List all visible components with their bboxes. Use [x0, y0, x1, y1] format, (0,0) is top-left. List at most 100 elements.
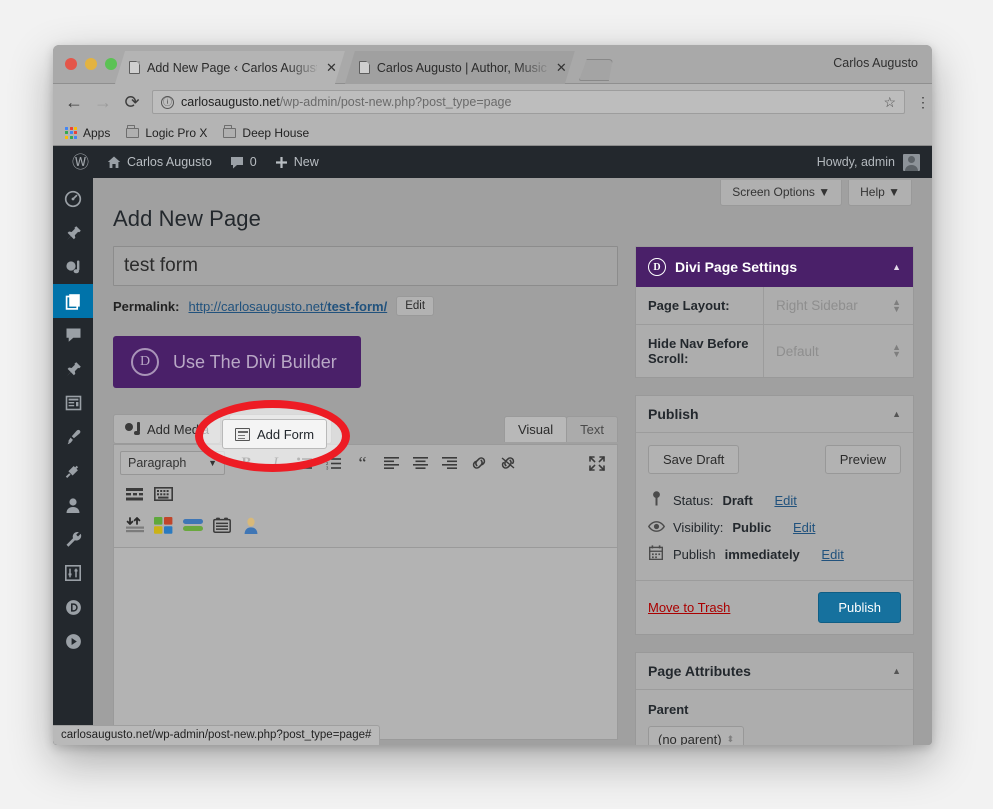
url-path: /wp-admin/post-new.php?post_type=page	[280, 95, 512, 109]
editor-content-area[interactable]	[114, 547, 617, 739]
address-bar[interactable]: ⓘ carlosaugusto.net/wp-admin/post-new.ph…	[152, 90, 905, 114]
sidebar-item-portfolio[interactable]	[53, 352, 93, 386]
tab-text[interactable]: Text	[566, 416, 618, 442]
publish-header[interactable]: Publish ▲	[636, 396, 913, 433]
align-center-button[interactable]	[406, 450, 435, 476]
edit-date-link[interactable]: Edit	[821, 547, 843, 562]
sidebar-item-divi[interactable]	[53, 590, 93, 624]
bullet-list-button[interactable]	[290, 450, 319, 476]
toolbar-toggle-button[interactable]	[120, 481, 149, 507]
person-button[interactable]	[236, 512, 265, 538]
help-button[interactable]: Help ▼	[848, 180, 912, 206]
page-icon	[129, 61, 140, 74]
parent-select[interactable]: (no parent) ⬍	[648, 726, 744, 745]
bold-button[interactable]: B	[232, 450, 261, 476]
fullscreen-button[interactable]	[582, 450, 611, 476]
read-more-button[interactable]	[120, 512, 149, 538]
edit-permalink-button[interactable]: Edit	[396, 296, 434, 316]
minimize-window-button[interactable]	[85, 58, 97, 70]
post-title-input[interactable]	[113, 246, 618, 286]
new-content-menu[interactable]: New	[266, 146, 328, 178]
chevron-down-icon: ▼	[208, 458, 217, 468]
sidebar-item-pages[interactable]	[53, 284, 93, 318]
site-name-menu[interactable]: Carlos Augusto	[98, 146, 221, 178]
align-left-button[interactable]	[377, 450, 406, 476]
collapse-toggle-icon[interactable]: ▲	[892, 666, 901, 676]
back-button[interactable]: ←	[65, 93, 83, 111]
status-value: Draft	[722, 493, 752, 508]
add-media-button[interactable]: Add Media	[113, 414, 221, 444]
account-menu[interactable]: Howdy, admin	[817, 146, 926, 178]
comments-menu[interactable]: 0	[221, 146, 266, 178]
form-icon	[65, 395, 82, 411]
editor-box: Paragraph ▼ B I 123 “	[113, 444, 618, 740]
sidebar-item-forms[interactable]	[53, 386, 93, 420]
close-tab-icon[interactable]: ✕	[326, 61, 337, 74]
insert-link-button[interactable]	[464, 450, 493, 476]
sidebar-item-media[interactable]	[53, 250, 93, 284]
align-right-button[interactable]	[435, 450, 464, 476]
edit-status-link[interactable]: Edit	[774, 493, 796, 508]
numbered-list-button[interactable]: 123	[319, 450, 348, 476]
use-divi-builder-button[interactable]: D Use The Divi Builder	[113, 336, 361, 388]
sidebar-item-appearance[interactable]	[53, 420, 93, 454]
edit-visibility-link[interactable]: Edit	[793, 520, 815, 535]
chrome-menu-icon[interactable]: ⋮	[916, 100, 920, 105]
browser-tab-1[interactable]: Add New Page ‹ Carlos Augusto ✕	[115, 51, 345, 84]
sidebar-item-users[interactable]	[53, 488, 93, 522]
sidebar-item-dashboard[interactable]	[53, 182, 93, 216]
table-button[interactable]	[207, 512, 236, 538]
site-info-icon[interactable]: ⓘ	[161, 96, 174, 109]
toolbar-toggle-icon	[126, 488, 143, 501]
close-window-button[interactable]	[65, 58, 77, 70]
collapse-toggle-icon[interactable]: ▲	[892, 262, 901, 272]
new-tab-button[interactable]	[579, 59, 613, 81]
browser-tab-2[interactable]: Carlos Augusto | Author, Music ✕	[345, 51, 575, 84]
move-to-trash-link[interactable]: Move to Trash	[648, 600, 730, 615]
apps-grid-icon	[65, 127, 77, 139]
keyboard-icon	[154, 487, 173, 501]
add-form-button-highlighted[interactable]: Add Form	[222, 419, 327, 449]
format-select[interactable]: Paragraph ▼	[120, 451, 225, 475]
save-draft-button[interactable]: Save Draft	[648, 445, 739, 474]
page-attributes-header[interactable]: Page Attributes ▲	[636, 653, 913, 690]
italic-button[interactable]: I	[261, 450, 290, 476]
bookmark-star-icon[interactable]: ☆	[883, 94, 896, 111]
divi-settings-header[interactable]: D Divi Page Settings ▲	[636, 247, 913, 287]
publish-metabox: Publish ▲ Save Draft Preview	[635, 395, 914, 635]
bookmark-deep-house[interactable]: Deep House	[223, 126, 309, 140]
divider-button[interactable]	[178, 512, 207, 538]
permalink-link[interactable]: http://carlosaugusto.net/test-form/	[188, 299, 387, 314]
blockquote-button[interactable]: “	[348, 450, 377, 476]
browser-window: Add New Page ‹ Carlos Augusto ✕ Carlos A…	[53, 45, 932, 745]
tab-title: Add New Page ‹ Carlos Augusto	[147, 61, 317, 75]
color-blocks-button[interactable]	[149, 512, 178, 538]
publish-button[interactable]: Publish	[818, 592, 901, 623]
sidebar-item-tools[interactable]	[53, 522, 93, 556]
bookmark-apps[interactable]: Apps	[65, 126, 110, 140]
forward-button[interactable]: →	[94, 93, 112, 111]
preview-button[interactable]: Preview	[825, 445, 901, 474]
page-attributes-body: Parent (no parent) ⬍	[636, 690, 913, 745]
screen-options-button[interactable]: Screen Options ▼	[720, 180, 842, 206]
sidebar-item-plugins[interactable]	[53, 454, 93, 488]
remove-link-button[interactable]	[493, 450, 522, 476]
wp-logo-menu[interactable]: Ⓦ	[63, 146, 98, 178]
window-controls[interactable]	[65, 58, 117, 70]
keyboard-shortcuts-button[interactable]	[149, 481, 178, 507]
sidebar-item-posts[interactable]	[53, 216, 93, 250]
sidebar-item-comments[interactable]	[53, 318, 93, 352]
collapse-toggle-icon[interactable]: ▲	[892, 409, 901, 419]
hide-nav-select[interactable]: Default ▲▼	[764, 325, 913, 377]
sidebar-item-player[interactable]	[53, 624, 93, 658]
tab-visual[interactable]: Visual	[504, 416, 567, 442]
permalink-prefix: http://carlosaugusto.net/	[188, 299, 327, 314]
page-layout-select[interactable]: Right Sidebar ▲▼	[764, 287, 913, 324]
profile-name[interactable]: Carlos Augusto	[833, 56, 918, 70]
sidebar-item-settings[interactable]	[53, 556, 93, 590]
numbered-list-icon: 123	[326, 457, 341, 470]
reload-button[interactable]: ⟳	[123, 93, 141, 111]
close-tab-icon[interactable]: ✕	[556, 61, 567, 74]
bookmark-logic-pro-x[interactable]: Logic Pro X	[126, 126, 207, 140]
spinner-icon: ⬍	[727, 736, 735, 743]
